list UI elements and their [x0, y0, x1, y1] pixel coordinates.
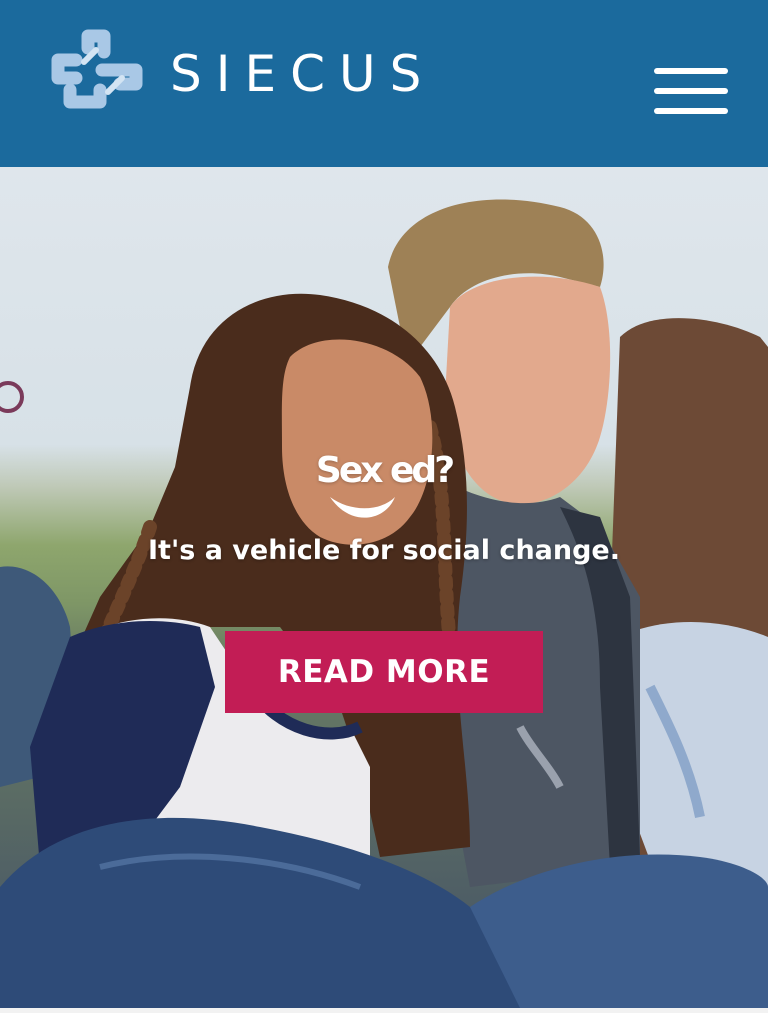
hamburger-menu-icon-bar-top [654, 68, 728, 74]
hero-photo-teens-laughing [0, 199, 768, 1008]
page-bottom-edge [0, 1008, 768, 1013]
hamburger-menu-button[interactable] [652, 66, 730, 116]
brand-wordmark: SIECUS [170, 45, 436, 103]
read-more-button[interactable]: READ MORE [225, 631, 543, 713]
hamburger-menu-icon-bar-middle [654, 88, 728, 94]
hero-banner: Sex ed? It's a vehicle for social change… [0, 167, 768, 1008]
hero-headline: Sex ed? [315, 450, 455, 491]
siecus-logo[interactable]: SIECUS [38, 28, 435, 114]
site-header: SIECUS [0, 0, 768, 167]
hamburger-menu-icon-bar-bottom [654, 108, 728, 114]
siecus-knot-logo-icon [51, 29, 143, 109]
hero-tagline: It's a vehicle for social change. [148, 535, 620, 566]
